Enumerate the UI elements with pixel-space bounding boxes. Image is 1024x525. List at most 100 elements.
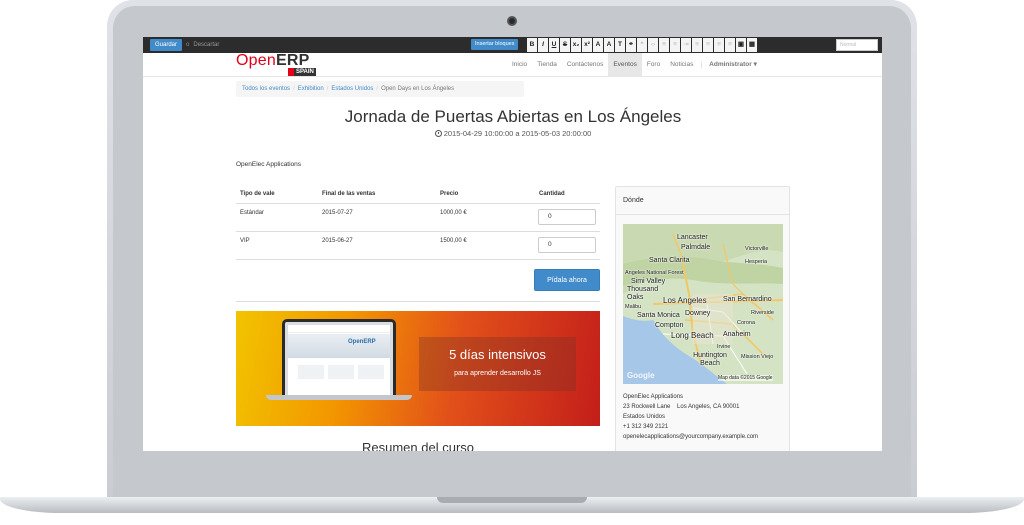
map-label-huntington: Huntington Beach bbox=[693, 352, 727, 367]
breadcrumb-current: Open Days en Los Ángeles bbox=[381, 86, 455, 92]
nav-divider: | bbox=[700, 61, 703, 69]
breadcrumb: Todos los eventos / Exhibition / Estados Uni… bbox=[236, 81, 524, 97]
ticket-end: 2015-07-27 bbox=[322, 210, 353, 216]
map-label-hesperia: Hesperia bbox=[745, 259, 768, 265]
nav-foro[interactable]: Foro bbox=[642, 53, 665, 77]
header-price: Precio bbox=[440, 191, 459, 197]
subscript-button[interactable]: x₂ bbox=[571, 38, 581, 52]
code-icon[interactable]: ‹› bbox=[648, 38, 658, 52]
breadcrumb-country[interactable]: Estados Unidos bbox=[331, 86, 373, 92]
divider bbox=[236, 301, 600, 302]
where-heading: Dónde bbox=[616, 187, 789, 215]
address-email[interactable]: openelecapplications@yourcompany.example… bbox=[623, 432, 758, 442]
promo-banner[interactable]: OpenERP 5 días intensivos para aprender … bbox=[236, 311, 600, 426]
background-color-button[interactable]: A bbox=[604, 38, 614, 52]
discard-button[interactable]: Descartar bbox=[193, 42, 219, 48]
mini-block bbox=[358, 365, 384, 379]
breadcrumb-separator: / bbox=[293, 86, 295, 92]
underline-button[interactable]: U bbox=[549, 38, 559, 52]
ticket-price: 1500,00 € bbox=[440, 238, 467, 244]
link-icon[interactable]: ⚭ bbox=[626, 38, 636, 52]
address-company: OpenElec Applications bbox=[623, 394, 684, 400]
browser-screen: Guardar o Descartar Insertar bloques B I… bbox=[143, 37, 882, 451]
breadcrumb-exhibition[interactable]: Exhibition bbox=[298, 86, 324, 92]
user-menu[interactable]: Administrator ▾ bbox=[704, 53, 762, 77]
address-phone[interactable]: +1 312 349 2121 bbox=[623, 422, 758, 432]
map-label-santa-monica: Santa Monica bbox=[637, 312, 680, 319]
style-select[interactable]: Normal bbox=[836, 39, 878, 51]
organizer: OpenElec Applications bbox=[236, 161, 302, 168]
address-country: Estados Unidos bbox=[623, 414, 666, 420]
align-justify-icon[interactable]: ≡ bbox=[725, 38, 735, 52]
ticket-type: Estándar bbox=[240, 210, 265, 216]
event-dates-text: 2015-04-29 10:00:00 a 2015-05-03 20:00:0… bbox=[443, 129, 592, 138]
course-title: Resumen del curso bbox=[362, 440, 474, 451]
nav-contactenos[interactable]: Contáctenos bbox=[562, 53, 609, 77]
logo[interactable]: OpenERP SPAIN bbox=[236, 52, 324, 76]
image-icon[interactable]: ▣ bbox=[736, 38, 746, 52]
page-title: Jornada de Puertas Abiertas en Los Ángel… bbox=[344, 107, 682, 126]
mini-block bbox=[328, 365, 354, 379]
map-label-corona: Corona bbox=[737, 320, 756, 326]
map-label-downey: Downey bbox=[685, 310, 711, 317]
order-now-button[interactable]: Pídala ahora bbox=[534, 269, 600, 291]
map-label-los-angeles: Los Angeles bbox=[663, 296, 707, 305]
nav-noticias[interactable]: Noticias bbox=[665, 53, 698, 77]
map-copyright: Map data ©2015 Google bbox=[718, 375, 773, 381]
mini-header bbox=[288, 325, 390, 333]
header-type: Tipo de vale bbox=[240, 191, 275, 197]
insert-blocks-button[interactable]: Insertar bloques bbox=[471, 39, 519, 50]
italic-button[interactable]: I bbox=[538, 38, 548, 52]
laptop-screen-chin bbox=[143, 451, 882, 497]
map-label-santa-clarita: Santa Clarita bbox=[649, 257, 690, 264]
map-label-irvine: Irvine bbox=[717, 344, 731, 350]
mini-block bbox=[298, 365, 324, 379]
ticket-type: VIP bbox=[240, 238, 250, 244]
format-buttons: B I U S x₂ x² A A T ⚭ ❝ ‹› ≡ ≡ ⇥ ≡ ≡ ≡ ≡… bbox=[527, 38, 757, 52]
quote-icon[interactable]: ❝ bbox=[637, 38, 647, 52]
flag-icon bbox=[288, 68, 294, 76]
header-qty: Cantidad bbox=[539, 191, 565, 197]
breadcrumb-all-events[interactable]: Todos los eventos bbox=[242, 86, 290, 92]
indent-icon[interactable]: ⇥ bbox=[681, 38, 691, 52]
google-logo: Google bbox=[627, 371, 655, 380]
superscript-button[interactable]: x² bbox=[582, 38, 592, 52]
banner-caption: 5 días intensivos para aprender desarrol… bbox=[419, 337, 576, 391]
align-right-icon[interactable]: ≡ bbox=[714, 38, 724, 52]
table-icon[interactable]: ▦ bbox=[747, 38, 757, 52]
address-street: 23 Rockwell Lane Los Angeles, CA 90001 bbox=[623, 404, 740, 410]
font-color-button[interactable]: A bbox=[593, 38, 603, 52]
mini-hero: OpenERP bbox=[288, 334, 390, 358]
map-label-lancaster: Lancaster bbox=[677, 234, 708, 241]
event-dates: 2015-04-29 10:00:00 a 2015-05-03 20:00:0… bbox=[236, 129, 790, 138]
table-row: Estándar 2015-07-27 1000,00 € 0 bbox=[236, 204, 600, 232]
laptop-illustration-base bbox=[266, 395, 412, 400]
main-nav: Inicio Tienda Contáctenos Eventos Foro N… bbox=[507, 53, 762, 77]
strikethrough-button[interactable]: S bbox=[560, 38, 570, 52]
or-label: o bbox=[186, 42, 190, 48]
nav-tienda[interactable]: Tienda bbox=[532, 53, 562, 77]
laptop-illustration: OpenERP bbox=[282, 319, 396, 395]
table-row: VIP 2015-06-27 1500,00 € 0 bbox=[236, 232, 600, 260]
map-label-simi: Simi Valley bbox=[631, 278, 666, 285]
nav-inicio[interactable]: Inicio bbox=[507, 53, 532, 77]
map-label-long-beach: Long Beach bbox=[671, 331, 714, 340]
camera-icon bbox=[507, 16, 517, 26]
nav-eventos[interactable]: Eventos bbox=[608, 53, 642, 77]
save-button[interactable]: Guardar bbox=[150, 39, 183, 51]
map-label-compton: Compton bbox=[655, 322, 684, 329]
site-header: OpenERP SPAIN Inicio Tienda Contáctenos … bbox=[143, 52, 882, 77]
clear-format-button[interactable]: T bbox=[615, 38, 625, 52]
list-unordered-icon[interactable]: ≡ bbox=[670, 38, 680, 52]
quantity-input[interactable]: 0 bbox=[538, 209, 596, 225]
align-center-icon[interactable]: ≡ bbox=[703, 38, 713, 52]
quantity-input[interactable]: 0 bbox=[538, 237, 596, 253]
align-left-icon[interactable]: ≡ bbox=[692, 38, 702, 52]
breadcrumb-separator: / bbox=[326, 86, 329, 92]
bold-button[interactable]: B bbox=[527, 38, 537, 52]
tickets-table: Tipo de vale Final de las ventas Precio … bbox=[236, 186, 600, 260]
list-ordered-icon[interactable]: ≡ bbox=[659, 38, 669, 52]
location-map[interactable]: Lancaster Palmdale Victorville Santa Cla… bbox=[623, 224, 783, 384]
map-label-malibu: Malibu bbox=[625, 304, 642, 310]
map-label-thousand-oaks: Thousand Oaks bbox=[627, 286, 659, 301]
